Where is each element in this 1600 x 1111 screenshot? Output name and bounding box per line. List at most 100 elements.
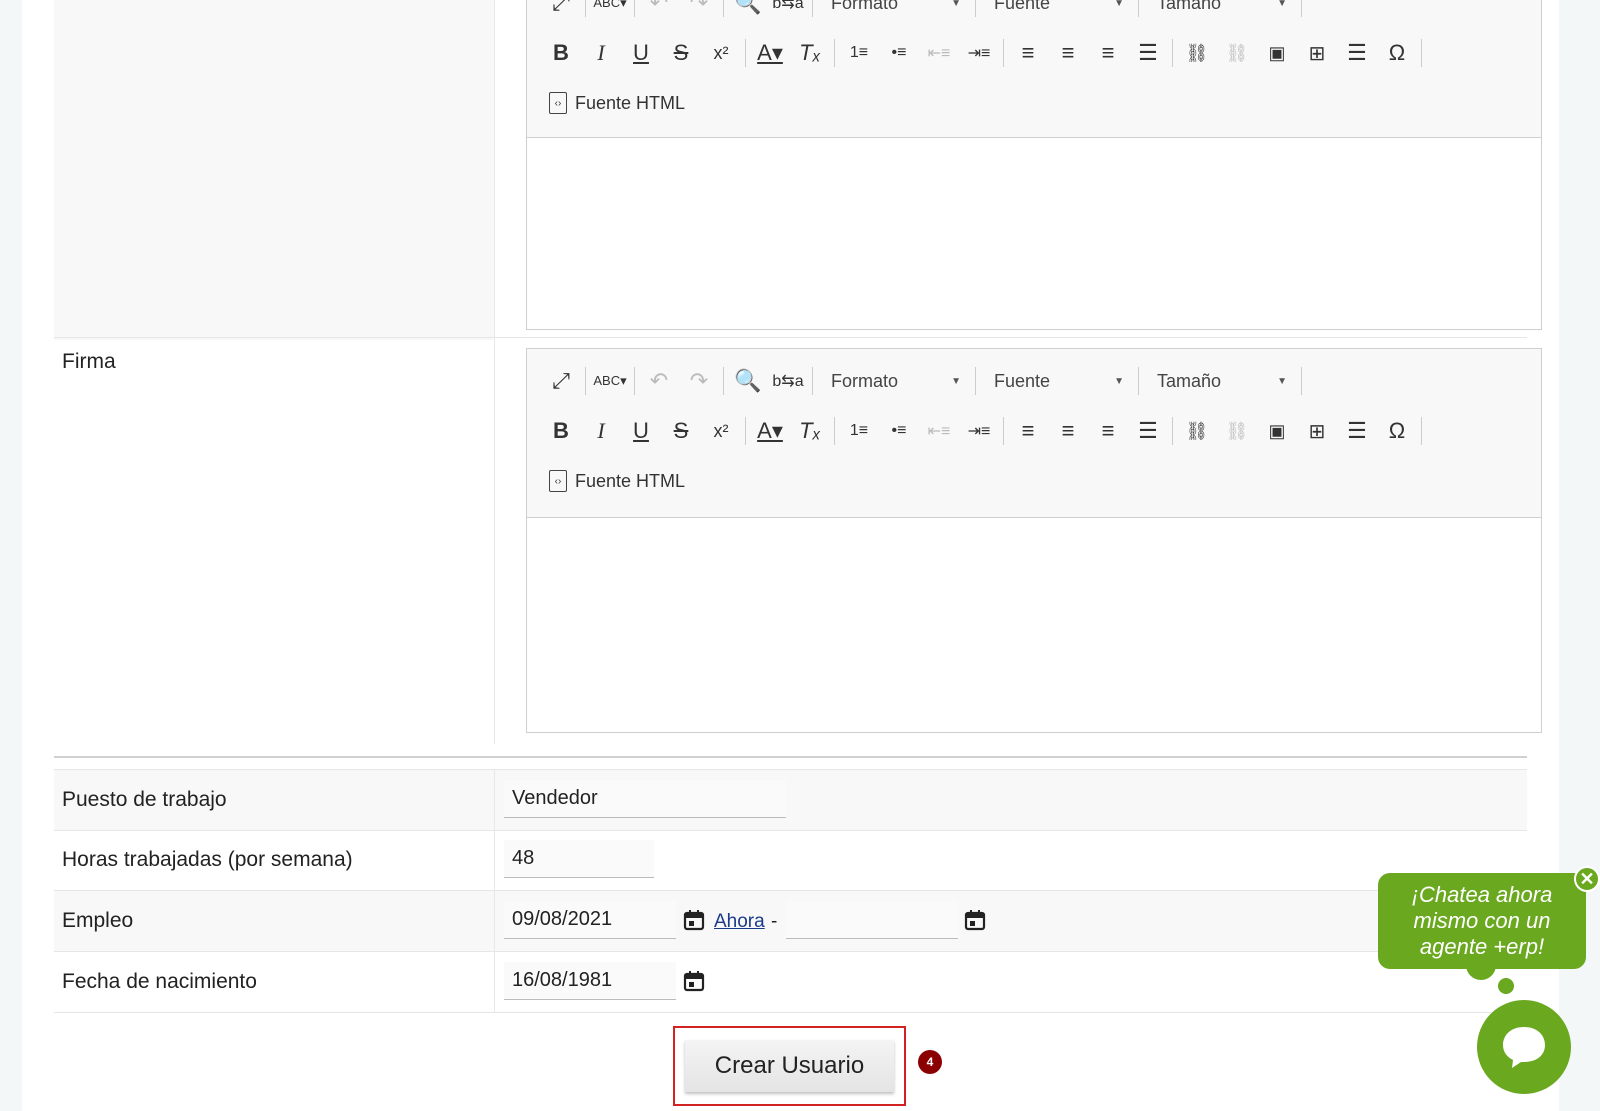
image-icon[interactable]: ▣ xyxy=(1257,415,1297,447)
bulleted-list-icon[interactable]: •≡ xyxy=(879,37,919,69)
source-html-button[interactable]: ‹› Fuente HTML xyxy=(527,92,685,114)
justify-icon[interactable]: ☰ xyxy=(1128,37,1168,69)
find-icon[interactable]: 🔍 xyxy=(728,365,768,397)
bulleted-list-icon[interactable]: •≡ xyxy=(879,415,919,447)
indent-icon[interactable]: ⇥≡ xyxy=(959,415,999,447)
format-combo[interactable]: Formato ▼ xyxy=(817,365,971,397)
horas-input[interactable] xyxy=(504,840,654,878)
horizontal-rule-icon[interactable]: ☰ xyxy=(1337,415,1377,447)
align-right-icon[interactable]: ≡ xyxy=(1088,37,1128,69)
toolbar-row-1: ⤢ ABC▾ ↶ ↷ 🔍 b⇆a Formato ▼ Fuente ▼ Tamaño… xyxy=(541,0,1306,23)
source-html-button[interactable]: ‹› Fuente HTML xyxy=(527,470,685,492)
firma-toolbar-row-1: ⤢ ABC▾ ↶ ↷ 🔍 b⇆a Formato ▼ Fuente ▼ Tamaño… xyxy=(541,361,1306,401)
firma-label: Firma xyxy=(62,350,116,373)
table-icon[interactable]: ⊞ xyxy=(1297,415,1337,447)
nacimiento-row: Fecha de nacimiento xyxy=(54,952,1527,1013)
chat-invite-bubble[interactable]: ¡Chatea ahora mismo con un agente +erp! xyxy=(1378,873,1586,969)
text-color-icon[interactable]: A▾ xyxy=(750,415,790,447)
editor-toolbar: ⤢ ABC▾ ↶ ↷ 🔍 b⇆a Formato ▼ Fuente ▼ Tamaño… xyxy=(527,0,1541,138)
maximize-icon[interactable]: ⤢ xyxy=(541,365,581,397)
firma-editor-content[interactable] xyxy=(527,518,1541,732)
chat-icon xyxy=(1503,1027,1545,1068)
remove-format-icon[interactable]: Tₓ xyxy=(790,37,830,69)
nacimiento-input[interactable] xyxy=(504,962,676,1000)
italic-icon[interactable]: I xyxy=(581,37,621,69)
editor-content-top[interactable] xyxy=(527,138,1541,329)
size-combo[interactable]: Tamaño ▼ xyxy=(1143,365,1297,397)
numbered-list-icon[interactable]: 1≡ xyxy=(839,415,879,447)
replace-icon[interactable]: b⇆a xyxy=(768,365,808,397)
horizontal-rule-icon[interactable]: ☰ xyxy=(1337,37,1377,69)
toolbar-row-2: B I U S x² A▾ Tₓ 1≡ •≡ ⇤≡ ⇥≡ ≡ ≡ ≡ ☰ ⛓ ⛓… xyxy=(541,33,1426,73)
superscript-icon[interactable]: x² xyxy=(701,37,741,69)
outdent-icon[interactable]: ⇤≡ xyxy=(919,37,959,69)
toolbar-row-3: ‹› Fuente HTML xyxy=(527,83,685,123)
firma-toolbar: ⤢ ABC▾ ↶ ↷ 🔍 b⇆a Formato ▼ Fuente ▼ Tamaño… xyxy=(527,349,1541,518)
firma-toolbar-row-3: ‹› Fuente HTML xyxy=(527,461,685,501)
maximize-icon[interactable]: ⤢ xyxy=(541,0,581,19)
image-icon[interactable]: ▣ xyxy=(1257,37,1297,69)
align-left-icon[interactable]: ≡ xyxy=(1008,37,1048,69)
table-icon[interactable]: ⊞ xyxy=(1297,37,1337,69)
puesto-label: Puesto de trabajo xyxy=(62,788,227,811)
ahora-link[interactable]: Ahora xyxy=(714,911,765,933)
text-color-icon[interactable]: A▾ xyxy=(750,37,790,69)
bold-icon[interactable]: B xyxy=(541,415,581,447)
step-badge: 4 xyxy=(918,1050,942,1074)
puesto-input[interactable] xyxy=(504,780,786,818)
horas-label: Horas trabajadas (por semana) xyxy=(62,848,353,871)
special-char-icon[interactable]: Ω xyxy=(1377,415,1417,447)
numbered-list-icon[interactable]: 1≡ xyxy=(839,37,879,69)
unlink-icon[interactable]: ⛓ xyxy=(1217,415,1257,447)
source-icon: ‹› xyxy=(549,470,567,492)
strike-icon[interactable]: S xyxy=(661,37,701,69)
firma-toolbar-row-2: B I U S x² A▾ Tₓ 1≡ •≡ ⇤≡ ⇥≡ ≡ ≡ ≡ ☰ ⛓ ⛓… xyxy=(541,411,1426,451)
redo-icon[interactable]: ↷ xyxy=(679,0,719,19)
redo-icon[interactable]: ↷ xyxy=(679,365,719,397)
align-center-icon[interactable]: ≡ xyxy=(1048,37,1088,69)
align-center-icon[interactable]: ≡ xyxy=(1048,415,1088,447)
indent-icon[interactable]: ⇥≡ xyxy=(959,37,999,69)
firma-label-cell: Firma xyxy=(54,338,495,744)
underline-icon[interactable]: U xyxy=(621,415,661,447)
undo-icon[interactable]: ↶ xyxy=(639,365,679,397)
chat-launcher-button[interactable] xyxy=(1477,1000,1571,1094)
strike-icon[interactable]: S xyxy=(661,415,701,447)
calendar-icon[interactable] xyxy=(683,909,705,931)
bold-icon[interactable]: B xyxy=(541,37,581,69)
link-icon[interactable]: ⛓ xyxy=(1177,37,1217,69)
font-combo[interactable]: Fuente ▼ xyxy=(980,0,1134,19)
empleo-end-input[interactable] xyxy=(786,901,958,939)
format-combo[interactable]: Formato ▼ xyxy=(817,0,971,19)
replace-icon[interactable]: b⇆a xyxy=(768,0,808,19)
spellcheck-icon[interactable]: ABC▾ xyxy=(590,365,630,397)
superscript-icon[interactable]: x² xyxy=(701,415,741,447)
underline-icon[interactable]: U xyxy=(621,37,661,69)
calendar-icon[interactable] xyxy=(683,970,705,992)
outdent-icon[interactable]: ⇤≡ xyxy=(919,415,959,447)
date-range-dash: - xyxy=(771,911,778,932)
puesto-row: Puesto de trabajo xyxy=(54,769,1527,831)
nacimiento-label: Fecha de nacimiento xyxy=(62,970,257,993)
empleo-start-input[interactable] xyxy=(504,901,676,939)
special-char-icon[interactable]: Ω xyxy=(1377,37,1417,69)
size-combo[interactable]: Tamaño ▼ xyxy=(1143,0,1297,19)
chat-close-icon[interactable]: ✕ xyxy=(1574,866,1600,892)
crear-usuario-button[interactable]: Crear Usuario xyxy=(685,1040,894,1092)
link-icon[interactable]: ⛓ xyxy=(1177,415,1217,447)
chat-bubble-dot xyxy=(1498,978,1514,994)
align-left-icon[interactable]: ≡ xyxy=(1008,415,1048,447)
section-divider xyxy=(54,756,1527,758)
remove-format-icon[interactable]: Tₓ xyxy=(790,415,830,447)
find-icon[interactable]: 🔍 xyxy=(728,0,768,19)
justify-icon[interactable]: ☰ xyxy=(1128,415,1168,447)
font-combo[interactable]: Fuente ▼ xyxy=(980,365,1134,397)
horas-row: Horas trabajadas (por semana) xyxy=(54,830,1527,891)
rich-editor-top: ⤢ ABC▾ ↶ ↷ 🔍 b⇆a Formato ▼ Fuente ▼ Tamaño… xyxy=(526,0,1542,330)
undo-icon[interactable]: ↶ xyxy=(639,0,679,19)
calendar-icon[interactable] xyxy=(964,909,986,931)
spellcheck-icon[interactable]: ABC▾ xyxy=(590,0,630,19)
italic-icon[interactable]: I xyxy=(581,415,621,447)
unlink-icon[interactable]: ⛓ xyxy=(1217,37,1257,69)
align-right-icon[interactable]: ≡ xyxy=(1088,415,1128,447)
